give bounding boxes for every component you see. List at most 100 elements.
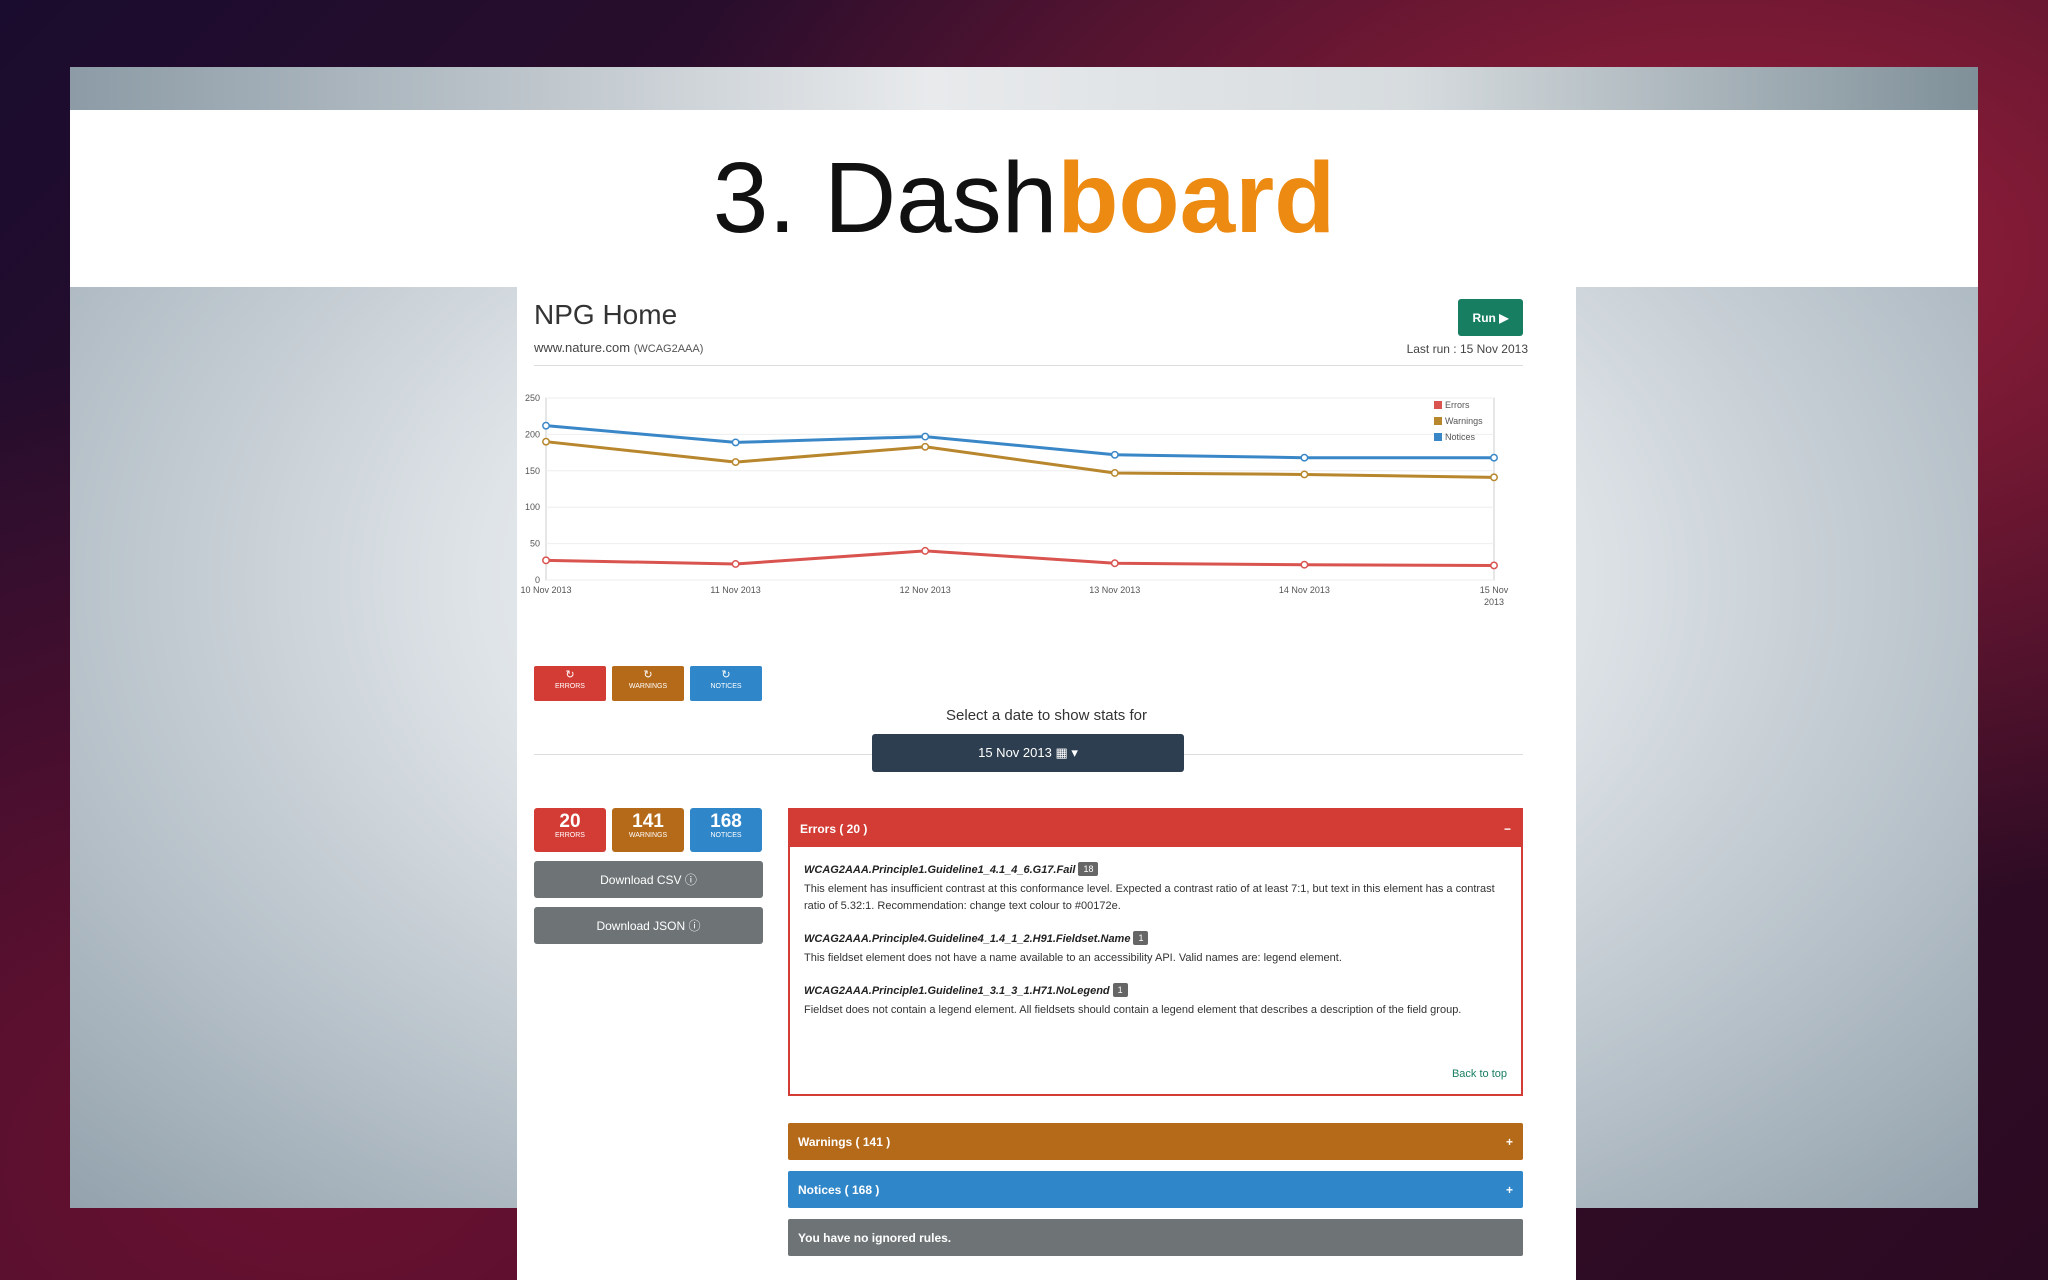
errors-count: 20 — [559, 811, 581, 832]
y-tick-label: 250 — [525, 393, 540, 403]
legend-label-errors: Errors — [1445, 400, 1470, 410]
issue-code: WCAG2AAA.Principle1.Guideline1_3.1_3_1.H… — [804, 985, 1110, 997]
legend-label-warnings: Warnings — [1445, 416, 1483, 426]
slide-title-accent: board — [1057, 142, 1336, 254]
errors-stat-label: ERRORS — [555, 832, 585, 839]
data-point-errors — [1110, 559, 1119, 568]
legend-swatch-warnings — [1434, 417, 1442, 425]
data-point-notices — [1300, 453, 1309, 462]
x-tick-label: 13 Nov 2013 — [1089, 585, 1140, 595]
last-run: Last run : 15 Nov 2013 — [1406, 342, 1528, 356]
download-json-button[interactable]: Download JSON ⓘ — [534, 907, 763, 944]
expand-icon[interactable]: + — [1506, 1135, 1513, 1149]
series-line-notices — [545, 424, 1494, 460]
series-toggles: ↻ ERRORS ↻ WARNINGS ↻ NOTICES — [534, 666, 762, 701]
expand-icon[interactable]: + — [1506, 1183, 1513, 1197]
issue-count-badge: 1 — [1133, 930, 1149, 945]
issue-description: This fieldset element does not have a na… — [804, 952, 1342, 964]
x-tick-label: 12 Nov 2013 — [900, 585, 951, 595]
slide-title: 3. Dashboard — [713, 141, 1335, 256]
data-point-warnings — [542, 437, 550, 446]
data-point-notices — [921, 432, 930, 441]
errors-panel-header[interactable]: Errors ( 20 ) − — [790, 810, 1521, 847]
page-title: NPG Home — [534, 299, 678, 330]
toggle-warnings-button[interactable]: ↻ WARNINGS — [612, 666, 684, 701]
y-tick-label: 0 — [535, 575, 540, 585]
legend-swatch-errors — [1434, 401, 1442, 409]
issue-code: WCAG2AAA.Principle1.Guideline1_4.1_4_6.G… — [804, 864, 1076, 876]
toggle-warnings-label: WARNINGS — [628, 683, 668, 690]
errors-panel-title: Errors ( 20 ) — [800, 821, 868, 836]
issue-count-badge: 1 — [1112, 982, 1128, 997]
title-band: 3. Dashboard — [70, 110, 1978, 287]
notices-stat-label: NOTICES — [710, 832, 742, 839]
warnings-stat: 141 WARNINGS — [612, 808, 684, 852]
run-button[interactable]: Run ▶ — [1458, 299, 1523, 336]
legend-label-notices: Notices — [1445, 432, 1476, 442]
warnings-count: 141 — [632, 811, 664, 832]
dashboard-screenshot: NPG Home www.nature.com (WCAG2AAA) Run ▶… — [517, 287, 1576, 1280]
y-tick-label: 150 — [525, 466, 540, 476]
notices-panel-header[interactable]: Notices ( 168 ) + — [788, 1171, 1523, 1208]
data-point-notices — [1490, 453, 1498, 462]
slide-title-prefix: 3. Dash — [712, 142, 1058, 254]
toggle-errors-button[interactable]: ↻ ERRORS — [534, 666, 606, 701]
errors-panel: Errors ( 20 ) − WCAG2AAA.Principle1.Guide… — [788, 808, 1523, 1096]
data-point-errors — [1490, 561, 1498, 570]
data-point-warnings — [1490, 473, 1498, 482]
download-csv-button[interactable]: Download CSV ⓘ — [534, 861, 763, 898]
data-point-errors — [542, 556, 550, 565]
ignored-rules-text: You have no ignored rules. — [798, 1230, 952, 1245]
data-point-errors — [731, 560, 740, 568]
site-url-text: www.nature.com — [534, 340, 631, 355]
data-point-warnings — [1110, 469, 1119, 477]
collapse-icon[interactable]: − — [1504, 822, 1511, 836]
line-chart: 0 50 100 150 200 250 10 Nov 2013 11 Nov 2013 12 … — [520, 393, 1509, 607]
x-tick-label: 15 Nov — [1480, 585, 1509, 595]
issue-item: WCAG2AAA.Principle4.Guideline4_1.4_1_2.H… — [790, 915, 1521, 967]
standard-label: (WCAG2AAA) — [633, 343, 704, 355]
warnings-panel-title: Warnings ( 141 ) — [798, 1134, 891, 1149]
notices-panel-title: Notices ( 168 ) — [798, 1182, 880, 1197]
x-tick-label: 11 Nov 2013 — [710, 585, 760, 595]
toggle-notices-button[interactable]: ↻ NOTICES — [690, 666, 762, 701]
x-tick-label: 14 Nov 2013 — [1279, 585, 1330, 595]
divider — [534, 365, 1523, 366]
legend-swatch-notices — [1434, 433, 1442, 441]
y-tick-label: 100 — [525, 502, 540, 512]
issue-item: WCAG2AAA.Principle1.Guideline1_3.1_3_1.H… — [790, 967, 1521, 1019]
x-tick-label: 2013 — [1484, 597, 1504, 607]
toggle-errors-label: ERRORS — [555, 683, 585, 690]
data-point-warnings — [921, 442, 930, 451]
issue-description: Fieldset does not contain a legend eleme… — [804, 1004, 1462, 1016]
slide-top-bar — [70, 67, 1978, 110]
data-point-notices — [731, 438, 740, 447]
issue-code: WCAG2AAA.Principle4.Guideline4_1.4_1_2.H… — [804, 933, 1131, 945]
data-point-errors — [921, 546, 930, 555]
notices-count: 168 — [710, 811, 742, 832]
stats-summary: 20 ERRORS 141 WARNINGS 168 NOTICES — [534, 808, 762, 852]
data-point-warnings — [1300, 470, 1309, 479]
x-tick-label: 10 Nov 2013 — [520, 585, 571, 595]
site-url: www.nature.com (WCAG2AAA) — [534, 340, 703, 355]
refresh-icon: ↻ — [643, 669, 653, 681]
y-tick-label: 50 — [530, 539, 540, 549]
errors-stat: 20 ERRORS — [534, 808, 606, 852]
refresh-icon: ↻ — [565, 669, 575, 681]
plot-frame — [545, 397, 1495, 581]
back-to-top-link[interactable]: Back to top — [1452, 1068, 1507, 1080]
data-point-notices — [1110, 450, 1119, 459]
data-point-errors — [1300, 560, 1309, 569]
refresh-icon: ↻ — [721, 669, 731, 681]
series-line-errors — [545, 549, 1495, 567]
warnings-stat-label: WARNINGS — [628, 832, 668, 839]
warnings-panel-header[interactable]: Warnings ( 141 ) + — [788, 1123, 1523, 1160]
date-dropdown[interactable]: 15 Nov 2013 ▦ ▾ — [872, 734, 1184, 772]
issue-description: This element has insufficient contrast a… — [804, 883, 1495, 912]
y-tick-label: 200 — [525, 429, 540, 439]
data-point-notices — [542, 421, 550, 430]
issue-count-badge: 18 — [1078, 861, 1099, 876]
notices-stat: 168 NOTICES — [690, 808, 762, 852]
date-select-label: Select a date to show stats for — [946, 707, 1147, 724]
data-point-warnings — [731, 458, 740, 467]
